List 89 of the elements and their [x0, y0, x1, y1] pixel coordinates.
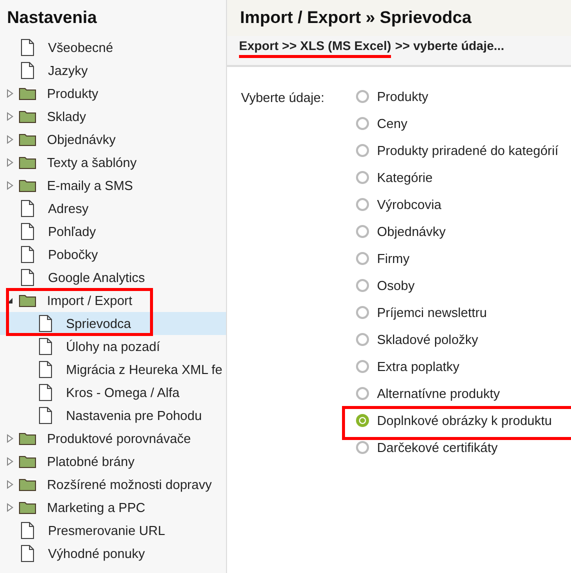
- document-icon: [21, 62, 34, 79]
- breadcrumb-text: Export >> XLS (MS Excel): [239, 39, 392, 58]
- folder-icon: [19, 179, 36, 192]
- expand-arrow-icon[interactable]: [6, 112, 14, 121]
- folder-icon: [19, 133, 36, 146]
- option-label: Skladové položky: [377, 332, 478, 347]
- folder-icon: [19, 156, 36, 169]
- field-label: Vyberte údaje:: [241, 89, 326, 107]
- tree-item[interactable]: Výhodné ponuky: [0, 542, 226, 565]
- document-icon: [39, 338, 52, 355]
- option-label: Objednávky: [377, 224, 446, 239]
- radio-button[interactable]: [356, 279, 369, 292]
- radio-button[interactable]: [356, 360, 369, 373]
- tree-item[interactable]: Kros - Omega / Alfa: [0, 381, 226, 404]
- tree-item[interactable]: Sprievodca: [0, 312, 226, 335]
- document-icon: [21, 269, 34, 286]
- tree-item[interactable]: Pobočky: [0, 243, 226, 266]
- radio-button[interactable]: [356, 306, 369, 319]
- tree-item[interactable]: Objednávky: [0, 128, 226, 151]
- tree-item[interactable]: Úlohy na pozadí: [0, 335, 226, 358]
- document-icon: [21, 246, 34, 263]
- document-icon: [21, 200, 34, 217]
- page-title: Import / Export » Sprievodca: [240, 8, 472, 28]
- breadcrumb-text: >> vyberte údaje...: [395, 39, 504, 53]
- folder-icon: [19, 110, 36, 123]
- tree-item[interactable]: Adresy: [0, 197, 226, 220]
- tree-item[interactable]: Presmerovanie URL: [0, 519, 226, 542]
- tree-item[interactable]: Jazyky: [0, 59, 226, 82]
- tree-item[interactable]: Migrácia z Heureka XML fe: [0, 358, 226, 381]
- folder-icon: [19, 294, 36, 307]
- tree-item[interactable]: Rozšírené možnosti dopravy: [0, 473, 226, 496]
- expand-arrow-icon[interactable]: [6, 181, 14, 190]
- option-label: Produkty: [377, 89, 428, 104]
- radio-button[interactable]: [356, 225, 369, 238]
- expand-arrow-icon[interactable]: [6, 135, 14, 144]
- radio-button[interactable]: [356, 441, 369, 454]
- document-icon: [39, 315, 52, 332]
- folder-icon: [19, 455, 36, 468]
- option-label: Výrobcovia: [377, 197, 442, 212]
- document-icon: [39, 361, 52, 378]
- collapse-arrow-icon[interactable]: [6, 296, 14, 305]
- option-label: Produkty priradené do kategórií: [377, 143, 558, 158]
- tree-item[interactable]: Import / Export: [0, 289, 226, 312]
- tree-item[interactable]: Google Analytics: [0, 266, 226, 289]
- radio-button[interactable]: [356, 414, 369, 427]
- expand-arrow-icon[interactable]: [6, 89, 14, 98]
- tree-item[interactable]: Sklady: [0, 105, 226, 128]
- document-icon: [21, 545, 34, 562]
- radio-button[interactable]: [356, 333, 369, 346]
- option-label: Extra poplatky: [377, 359, 460, 374]
- radio-button[interactable]: [356, 171, 369, 184]
- option-label: Kategórie: [377, 170, 433, 185]
- sidebar-title: Nastavenia: [6, 7, 98, 29]
- option-label: Darčekové certifikáty: [377, 440, 498, 455]
- option-label: Ceny: [377, 116, 408, 131]
- expand-arrow-icon[interactable]: [6, 503, 14, 512]
- option-label: Firmy: [377, 251, 410, 266]
- folder-icon: [19, 432, 36, 445]
- tree-item[interactable]: Nastavenia pre Pohodu: [0, 404, 226, 427]
- tree-item[interactable]: Pohľady: [0, 220, 226, 243]
- tree-item[interactable]: E-maily a SMS: [0, 174, 226, 197]
- expand-arrow-icon[interactable]: [6, 434, 14, 443]
- document-icon: [21, 223, 34, 240]
- radio-button[interactable]: [356, 117, 369, 130]
- tree-item[interactable]: Platobné brány: [0, 450, 226, 473]
- folder-icon: [19, 478, 36, 491]
- tree-item[interactable]: Produkty: [0, 82, 226, 105]
- radio-button[interactable]: [356, 90, 369, 103]
- document-icon: [39, 384, 52, 401]
- tree-item[interactable]: Texty a šablóny: [0, 151, 226, 174]
- folder-icon: [19, 501, 36, 514]
- expand-arrow-icon[interactable]: [6, 457, 14, 466]
- expand-arrow-icon[interactable]: [6, 158, 14, 167]
- document-icon: [39, 407, 52, 424]
- option-label: Osoby: [377, 278, 415, 293]
- tree-item[interactable]: Produktové porovnávače: [0, 427, 226, 450]
- radio-button[interactable]: [356, 198, 369, 211]
- document-icon: [21, 39, 34, 56]
- folder-icon: [19, 87, 36, 100]
- radio-button[interactable]: [356, 387, 369, 400]
- option-label: Doplnkové obrázky k produktu: [377, 413, 552, 428]
- radio-button[interactable]: [356, 252, 369, 265]
- tree-item[interactable]: Všeobecné: [0, 36, 226, 59]
- option-label: Príjemci newslettru: [377, 305, 487, 320]
- document-icon: [21, 522, 34, 539]
- tree-item[interactable]: Marketing a PPC: [0, 496, 226, 519]
- option-label: Alternatívne produkty: [377, 386, 500, 401]
- radio-button[interactable]: [356, 144, 369, 157]
- expand-arrow-icon[interactable]: [6, 480, 14, 489]
